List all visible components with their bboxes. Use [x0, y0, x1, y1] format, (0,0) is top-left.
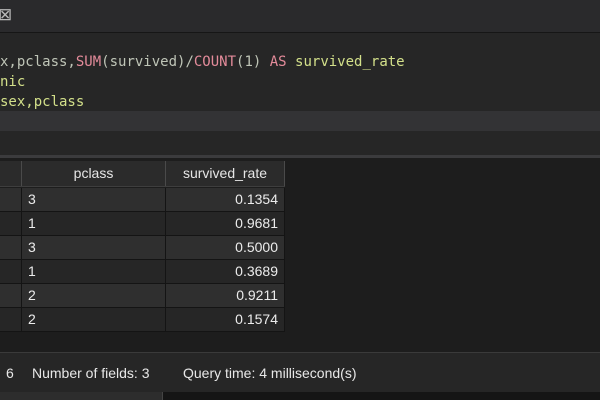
bottom-toolbar-segment	[0, 392, 163, 400]
code-token: sex,pclass	[0, 94, 85, 110]
table-row[interactable]: 1 0.3689	[0, 260, 285, 284]
status-bar: 6 Number of fields: 3 Query time: 4 mill…	[0, 352, 600, 393]
cell-survived-rate[interactable]: 0.9211	[166, 284, 285, 307]
field-count: Number of fields: 3	[32, 365, 150, 381]
row-number-cell[interactable]	[0, 308, 22, 331]
code-token: (survived)/	[101, 54, 194, 70]
cell-pclass[interactable]: 2	[22, 308, 166, 331]
cell-pclass[interactable]: 1	[22, 212, 166, 235]
cell-survived-rate[interactable]: 0.1574	[166, 308, 285, 331]
column-header-rownum[interactable]	[0, 161, 22, 186]
code-token: SUM	[75, 54, 102, 70]
code-token: (1)	[236, 54, 270, 70]
current-line-highlight	[0, 111, 600, 131]
query-time: Query time: 4 millisecond(s)	[183, 365, 357, 381]
cell-pclass[interactable]: 2	[22, 284, 166, 307]
bottom-toolbar	[0, 392, 600, 400]
row-number-cell[interactable]	[0, 188, 22, 211]
table-row[interactable]: 1 0.9681	[0, 212, 285, 236]
code-token: x,pclass,	[0, 54, 76, 70]
code-token: survived_rate	[286, 54, 405, 70]
column-header-pclass[interactable]: pclass	[22, 161, 166, 186]
row-count: 6	[6, 365, 14, 381]
code-line-1: x,pclass,SUM(survived)/COUNT(1) AS survi…	[0, 52, 600, 72]
close-tab-icon[interactable]: ⊠	[0, 4, 12, 26]
cell-survived-rate[interactable]: 0.3689	[166, 260, 285, 283]
cell-survived-rate[interactable]: 0.1354	[166, 188, 285, 211]
cell-pclass[interactable]: 3	[22, 236, 166, 259]
table-row[interactable]: 3 0.1354	[0, 188, 285, 212]
code-line-2: nic	[0, 72, 600, 92]
table-row[interactable]: 3 0.5000	[0, 236, 285, 260]
cell-pclass[interactable]: 3	[22, 188, 166, 211]
code-line-3: sex,pclass	[0, 92, 600, 112]
cell-survived-rate[interactable]: 0.5000	[166, 236, 285, 259]
column-header-survived-rate[interactable]: survived_rate	[166, 161, 285, 186]
code-token: AS	[269, 54, 287, 70]
row-number-cell[interactable]	[0, 260, 22, 283]
row-number-cell[interactable]	[0, 236, 22, 259]
title-bar: ⊠	[0, 0, 600, 33]
row-number-cell[interactable]	[0, 284, 22, 307]
results-pane: pclass survived_rate 3 0.1354 1 0.9681 3 0.50…	[0, 158, 600, 352]
table-row[interactable]: 2 0.1574	[0, 308, 285, 332]
code-token: nic	[0, 74, 26, 90]
row-number-cell[interactable]	[0, 212, 22, 235]
cell-pclass[interactable]: 1	[22, 260, 166, 283]
sql-editor[interactable]: x,pclass,SUM(survived)/COUNT(1) AS survi…	[0, 33, 600, 155]
table-row[interactable]: 2 0.9211	[0, 284, 285, 308]
grid-header: pclass survived_rate	[0, 161, 285, 187]
cell-survived-rate[interactable]: 0.9681	[166, 212, 285, 235]
code-token: COUNT	[193, 54, 237, 70]
